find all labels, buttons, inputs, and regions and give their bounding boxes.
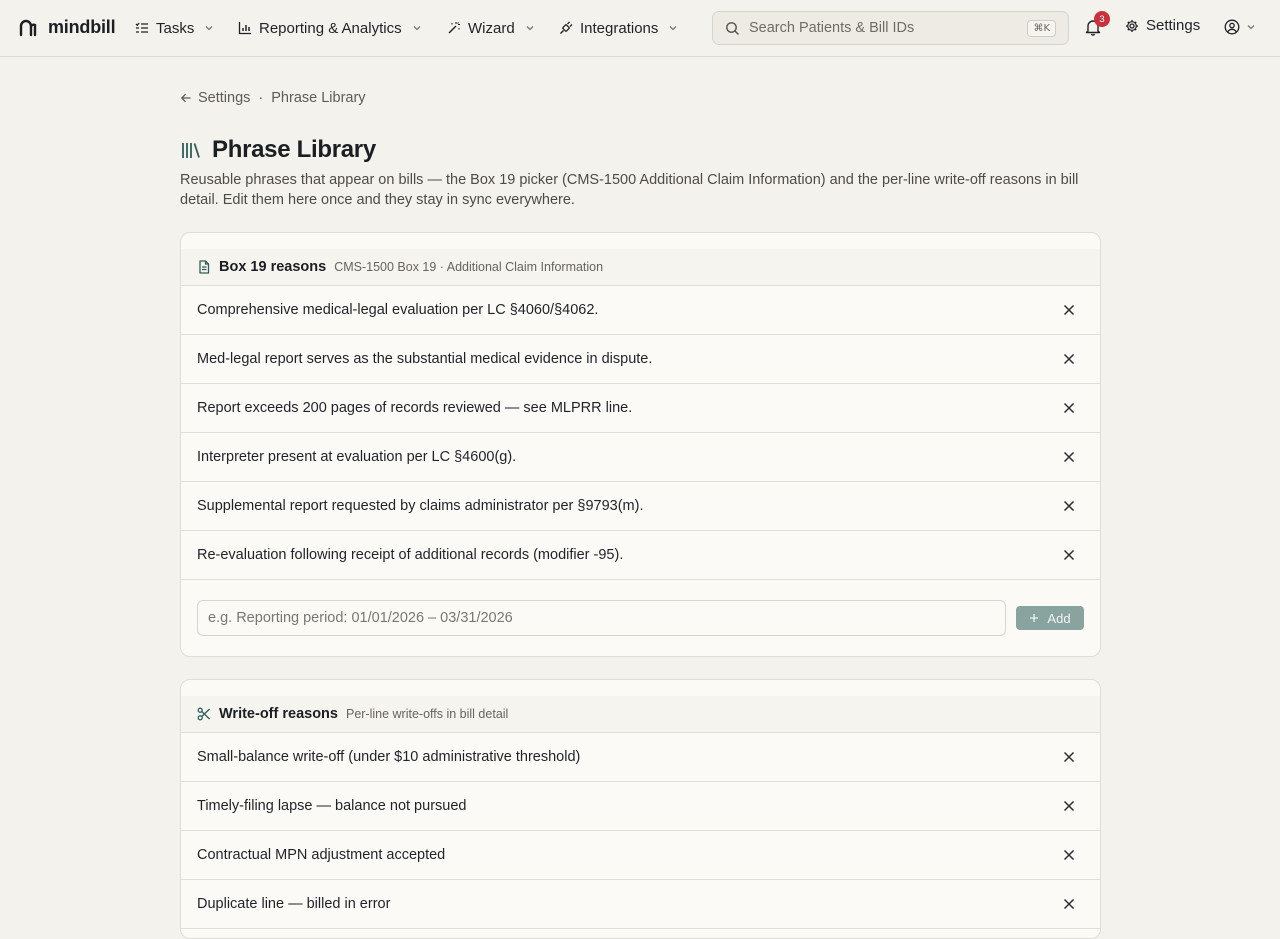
phrase-row: Timely-filing lapse — balance not pursue… [181, 782, 1100, 831]
phrase-row: Small-balance write-off (under $10 admin… [181, 733, 1100, 782]
scissors-icon [197, 707, 210, 721]
phrase-text: Interpreter present at evaluation per LC… [197, 449, 517, 465]
box19-card-title: Box 19 reasons [219, 259, 327, 275]
search-shortcut-hint: ⌘K [1027, 19, 1056, 37]
close-icon [1063, 800, 1075, 812]
remove-phrase-button[interactable] [1058, 397, 1080, 419]
plug-icon [560, 21, 573, 34]
breadcrumb-current: Phrase Library [271, 90, 366, 106]
phrase-row: Interpreter present at evaluation per LC… [181, 433, 1100, 482]
nav-settings[interactable]: Settings [1125, 17, 1200, 34]
remove-phrase-button[interactable] [1058, 746, 1080, 768]
breadcrumb-back-link[interactable]: Settings [180, 90, 250, 106]
page-header: Phrase Library [180, 136, 376, 164]
phrase-row: Report exceeds 200 pages of records revi… [181, 384, 1100, 433]
breadcrumb-settings-label: Settings [198, 90, 251, 106]
nav-integrations-label: Integrations [580, 19, 659, 37]
chevron-down-icon [1247, 25, 1255, 30]
remove-phrase-button[interactable] [1058, 844, 1080, 866]
library-icon [182, 143, 200, 158]
phrase-row: Contractual MPN adjustment accepted [181, 831, 1100, 880]
phrase-text: Comprehensive medical-legal evaluation p… [197, 302, 599, 318]
nav-tasks[interactable]: Tasks [135, 17, 214, 39]
remove-phrase-button[interactable] [1058, 348, 1080, 370]
phrase-text: Med-legal report serves as the substanti… [197, 351, 653, 367]
top-navigation-bar: mindbill Tasks Reporting & Analytics Wiz… [0, 0, 1280, 57]
brand-logo-link[interactable]: mindbill [18, 17, 116, 38]
phrase-text: Duplicate line — billed in error [197, 896, 391, 912]
writeoff-reasons-card: Write-off reasons Per-line write-offs in… [180, 679, 1101, 939]
phrase-row: Supplemental report requested by claims … [181, 482, 1100, 531]
box19-phrase-list: Comprehensive medical-legal evaluation p… [181, 286, 1100, 580]
nav-wizard[interactable]: Wizard [447, 17, 535, 39]
close-icon [1063, 402, 1075, 414]
close-icon [1063, 500, 1075, 512]
breadcrumb: Settings · Phrase Library [180, 90, 366, 106]
remove-phrase-button[interactable] [1058, 446, 1080, 468]
close-icon [1063, 549, 1075, 561]
phrase-row: Comprehensive medical-legal evaluation p… [181, 286, 1100, 335]
chevron-down-icon [526, 26, 534, 31]
phrase-text: Contractual MPN adjustment accepted [197, 847, 446, 863]
writeoff-card-header: Write-off reasons Per-line write-offs in… [181, 696, 1100, 733]
phrase-text: Small-balance write-off (under $10 admin… [197, 749, 581, 765]
writeoff-card-title: Write-off reasons [219, 706, 338, 722]
gear-icon [1126, 19, 1138, 32]
nav-tasks-label: Tasks [156, 19, 195, 37]
phrase-text: Supplemental report requested by claims … [197, 498, 644, 514]
plus-icon [1030, 614, 1039, 622]
box19-card-subtitle: CMS-1500 Box 19 · Additional Claim Infor… [334, 260, 604, 274]
nav-integrations[interactable]: Integrations [559, 17, 678, 39]
search-bar[interactable]: ⌘K [712, 11, 1069, 45]
close-icon [1063, 451, 1075, 463]
phrase-row: Re-evaluation following receipt of addit… [181, 531, 1100, 580]
page-description: Reusable phrases that appear on bills — … [180, 172, 1079, 208]
user-menu[interactable] [1224, 19, 1256, 35]
remove-phrase-button[interactable] [1058, 495, 1080, 517]
writeoff-card-subtitle: Per-line write-offs in bill detail [345, 707, 509, 721]
notifications-button[interactable]: 3 [1084, 11, 1110, 38]
nav-wizard-label: Wizard [468, 19, 515, 37]
add-phrase-button[interactable]: Add [1016, 606, 1084, 630]
remove-phrase-button[interactable] [1058, 893, 1080, 915]
phrase-row: Med-legal report serves as the substanti… [181, 335, 1100, 384]
phrase-text: Timely-filing lapse — balance not pursue… [197, 798, 467, 814]
brand-name: mindbill [48, 17, 116, 37]
list-check-icon [135, 22, 148, 33]
box19-card-header: Box 19 reasons CMS-1500 Box 19 · Additio… [181, 249, 1100, 286]
box19-reasons-card: Box 19 reasons CMS-1500 Box 19 · Additio… [180, 232, 1101, 657]
document-icon [199, 260, 210, 274]
mindbill-logo-icon [19, 19, 37, 36]
remove-phrase-button[interactable] [1058, 299, 1080, 321]
add-phrase-row: Add [181, 580, 1100, 656]
close-icon [1063, 304, 1075, 316]
chevron-down-icon [413, 26, 421, 31]
new-phrase-input[interactable] [197, 600, 1006, 636]
nav-reporting-label: Reporting & Analytics [259, 19, 402, 37]
bar-chart-icon [238, 22, 251, 35]
chevron-down-icon [669, 26, 677, 31]
user-avatar-icon [1224, 19, 1240, 35]
close-icon [1063, 353, 1075, 365]
magic-wand-icon [448, 22, 460, 34]
breadcrumb-separator: · [258, 90, 264, 106]
phrase-text: Re-evaluation following receipt of addit… [197, 547, 624, 563]
nav-settings-label: Settings [1146, 17, 1201, 34]
close-icon [1063, 751, 1075, 763]
nav-reporting-analytics[interactable]: Reporting & Analytics [238, 17, 422, 39]
search-icon [726, 21, 739, 35]
chevron-down-icon [205, 26, 213, 31]
phrase-row: Duplicate line — billed in error [181, 880, 1100, 929]
arrow-left-icon [180, 93, 191, 103]
add-phrase-label: Add [1047, 610, 1071, 626]
remove-phrase-button[interactable] [1058, 795, 1080, 817]
close-icon [1063, 849, 1075, 861]
notification-count-badge: 3 [1094, 11, 1110, 27]
phrase-text: Report exceeds 200 pages of records revi… [197, 400, 633, 416]
page-title: Phrase Library [212, 136, 376, 163]
search-input[interactable] [749, 20, 1019, 36]
remove-phrase-button[interactable] [1058, 544, 1080, 566]
